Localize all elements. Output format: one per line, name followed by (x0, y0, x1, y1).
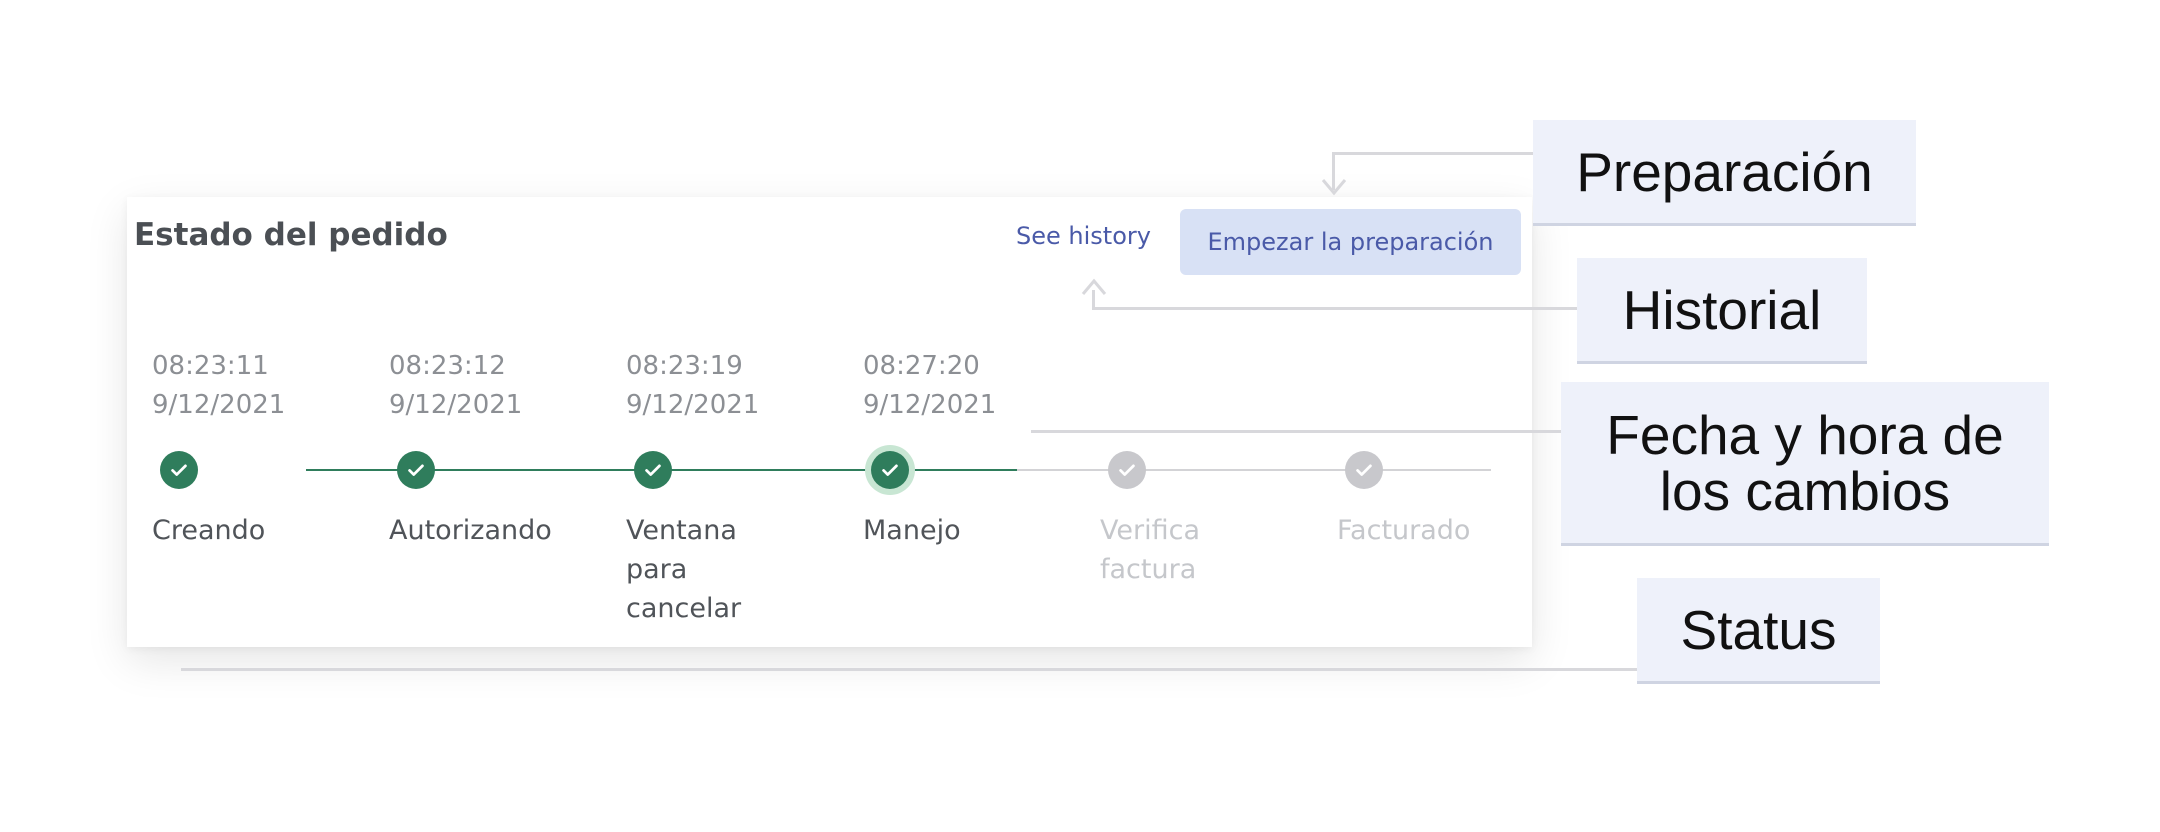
step-status-dot (634, 451, 672, 489)
step-creando: 08:23:11 9/12/2021 Creando (127, 197, 364, 647)
step-date: 9/12/2021 (152, 390, 286, 420)
order-status-card: Estado del pedido See history Empezar la… (127, 197, 1532, 647)
step-time: 08:27:20 (863, 351, 980, 381)
step-time: 08:23:11 (152, 351, 269, 381)
check-icon (1356, 464, 1372, 476)
step-label: Ventana para cancelar (626, 515, 742, 624)
step-status-dot (1108, 451, 1146, 489)
step-date: 9/12/2021 (863, 390, 997, 420)
step-label: Autorizando (389, 515, 552, 546)
check-icon (408, 464, 424, 476)
step-ventana-para-cancelar: 08:23:19 9/12/2021 Ventana para cancelar (601, 197, 838, 647)
callout-preparacion-text: Preparación (1576, 140, 1873, 203)
step-timestamp: 08:23:11 9/12/2021 (152, 347, 285, 425)
step-date: 9/12/2021 (389, 390, 523, 420)
step-verifica-factura: Verifica factura (1075, 197, 1312, 647)
callout-historial: Historial (1577, 258, 1867, 364)
arrow-down-icon (1321, 179, 1347, 196)
leader-line-status (181, 668, 1637, 671)
step-time: 08:23:19 (626, 351, 743, 381)
step-time: 08:23:12 (389, 351, 506, 381)
step-date: 9/12/2021 (626, 390, 760, 420)
step-label: Creando (152, 515, 266, 546)
step-manejo: 08:27:20 9/12/2021 Manejo (838, 197, 1075, 647)
step-timestamp: 08:27:20 9/12/2021 (863, 347, 996, 425)
check-icon (171, 464, 187, 476)
step-status-dot (397, 451, 435, 489)
step-status-dot (871, 451, 909, 489)
step-label: Facturado (1337, 515, 1471, 546)
step-label: Manejo (863, 515, 961, 546)
leader-line-historial (1092, 307, 1577, 310)
step-facturado: Facturado (1312, 197, 1549, 647)
step-status-dot (1345, 451, 1383, 489)
arrow-up-icon (1081, 278, 1107, 295)
check-icon (1119, 464, 1135, 476)
callout-status-text: Status (1680, 598, 1837, 661)
leader-line-fecha (1031, 430, 1561, 433)
callout-fecha-line1: Fecha y hora de (1606, 403, 2004, 466)
leader-line-preparacion (1332, 152, 1533, 155)
step-timestamp: 08:23:19 9/12/2021 (626, 347, 759, 425)
step-autorizando: 08:23:12 9/12/2021 Autorizando (364, 197, 601, 647)
step-label: Verifica factura (1100, 515, 1200, 585)
callout-preparacion: Preparación (1533, 120, 1916, 226)
step-timestamp: 08:23:12 9/12/2021 (389, 347, 522, 425)
callout-status: Status (1637, 578, 1880, 684)
callout-fecha-line2: los cambios (1659, 459, 1951, 522)
check-icon (882, 464, 898, 476)
step-status-dot (160, 451, 198, 489)
callout-historial-text: Historial (1622, 278, 1822, 341)
check-icon (645, 464, 661, 476)
callout-fecha-hora: Fecha y hora de los cambios (1561, 382, 2049, 546)
